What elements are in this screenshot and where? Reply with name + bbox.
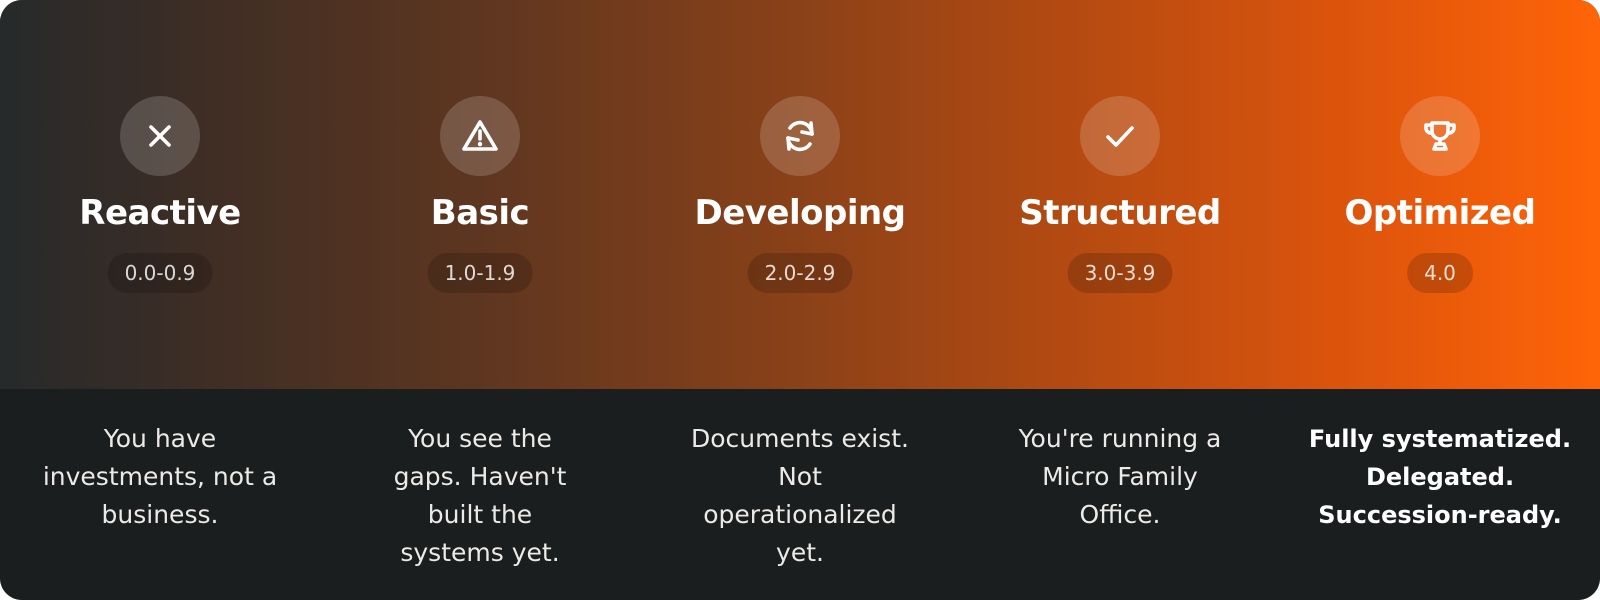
score-range-badge: 2.0-2.9 — [747, 253, 853, 293]
stage-optimized: Optimized 4.0 — [1280, 0, 1600, 389]
stage-title: Optimized — [1344, 193, 1536, 233]
stage-developing: Developing 2.0-2.9 — [640, 0, 960, 389]
stage-title: Reactive — [79, 193, 241, 233]
checkmark-icon — [1080, 96, 1160, 176]
score-range-badge: 0.0-0.9 — [107, 253, 213, 293]
x-icon — [120, 96, 200, 176]
score-range-badge: 3.0-3.9 — [1067, 253, 1173, 293]
score-range-badge: 4.0 — [1407, 253, 1473, 293]
stage-title: Structured — [1019, 193, 1221, 233]
description-line: Documents exist. — [691, 424, 909, 453]
description-line: built the — [427, 500, 533, 529]
warning-triangle-icon — [440, 96, 520, 176]
description-line: Succession-ready. — [1318, 501, 1562, 529]
stage-title: Basic — [430, 193, 530, 233]
stage-reactive: Reactive 0.0-0.9 — [0, 0, 320, 389]
description-line: You see the — [408, 424, 552, 453]
description-line: Not — [778, 462, 822, 491]
description-line: You're running a — [1018, 424, 1222, 453]
description-line: operationalized — [703, 500, 897, 529]
stage-description-structured: You're running a Micro Family Office. — [960, 420, 1280, 534]
description-line: Delegated. — [1365, 463, 1515, 491]
description-line: systems yet. — [400, 538, 560, 567]
stage-title: Developing — [694, 193, 906, 233]
description-line: Fully systematized. — [1308, 425, 1572, 453]
stage-description-optimized: Fully systematized. Delegated. Successio… — [1280, 420, 1600, 534]
trophy-icon — [1400, 96, 1480, 176]
description-line: Office. — [1079, 500, 1161, 529]
stages-header-band: Reactive 0.0-0.9 Basic 1.0-1.9 Developin… — [0, 0, 1600, 389]
stage-description-reactive: You have investments, not a business. — [0, 420, 320, 534]
score-range-badge: 1.0-1.9 — [427, 253, 533, 293]
stage-basic: Basic 1.0-1.9 — [320, 0, 640, 389]
stage-description-basic: You see the gaps. Haven't built the syst… — [320, 420, 640, 572]
description-line: You have — [103, 424, 217, 453]
description-line: investments, not a — [42, 462, 278, 491]
stage-description-developing: Documents exist. Not operationalized yet… — [640, 420, 960, 572]
description-line: Micro Family — [1042, 462, 1198, 491]
stage-structured: Structured 3.0-3.9 — [960, 0, 1280, 389]
maturity-scale-card: Reactive 0.0-0.9 Basic 1.0-1.9 Developin… — [0, 0, 1600, 600]
refresh-icon — [760, 96, 840, 176]
description-line: yet. — [776, 538, 824, 567]
description-line: gaps. Haven't — [393, 462, 567, 491]
description-line: business. — [101, 500, 219, 529]
